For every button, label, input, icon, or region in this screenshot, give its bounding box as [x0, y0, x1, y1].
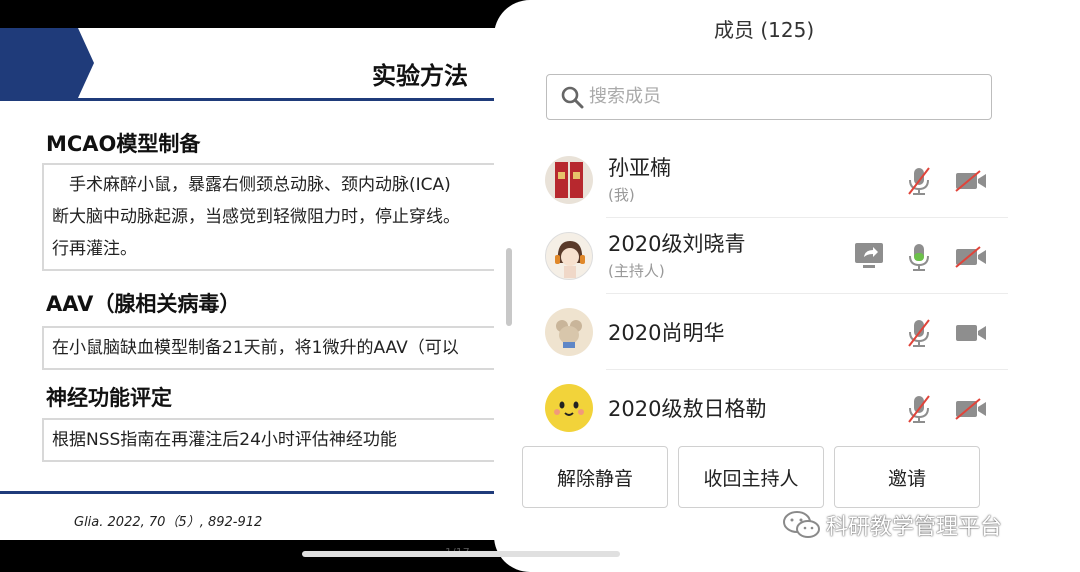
search-box[interactable] — [546, 74, 992, 120]
slide-title: 实验方法 — [372, 62, 468, 90]
mic-muted-icon[interactable] — [906, 318, 932, 348]
slide-footer-divider — [0, 491, 500, 494]
member-row[interactable]: 孙亚楠 (我) — [540, 142, 1008, 218]
member-row[interactable]: 2020级刘晓青 (主持人) — [540, 218, 1008, 294]
member-row[interactable]: 2020尚明华 — [540, 294, 1008, 370]
camera-icon[interactable] — [954, 322, 988, 344]
text-line: 手术麻醉小鼠，暴露右侧颈总动脉、颈内动脉(ICA) — [52, 175, 451, 195]
mic-active-icon[interactable] — [906, 242, 932, 272]
screen-share-icon[interactable] — [854, 242, 884, 270]
mic-muted-icon[interactable] — [906, 394, 932, 424]
slide-header-divider — [0, 98, 500, 101]
text-line: 断大脑中动脉起源，当感觉到轻微阻力时，停止穿线。 — [52, 207, 460, 227]
smiley-face-avatar — [545, 384, 593, 432]
slide-citation: Glia. 2022, 70（5）, 892-912 — [74, 515, 263, 530]
home-indicator[interactable] — [302, 551, 620, 557]
section-heading-neuro: 神经功能评定 — [46, 386, 172, 410]
member-name: 2020级敖日格勒 — [608, 397, 767, 421]
watermark: 科研教学管理平台 — [782, 509, 1002, 541]
member-name: 2020级刘晓青 — [608, 232, 746, 256]
member-name: 2020尚明华 — [608, 321, 725, 345]
search-icon — [561, 86, 584, 109]
text-line: 根据NSS指南在再灌注后24小时评估神经功能 — [52, 430, 397, 450]
scroll-indicator[interactable] — [506, 248, 512, 326]
section-text-aav: 在小鼠脑缺血模型制备21天前，将1微升的AAV（可以 — [42, 326, 500, 370]
section-text-neuro: 根据NSS指南在再灌注后24小时评估神经功能 — [42, 418, 500, 462]
red-door-avatar — [545, 156, 593, 204]
camera-off-icon[interactable] — [954, 170, 988, 192]
invite-button[interactable]: 邀请 — [834, 446, 980, 508]
section-text-mcao: 手术麻醉小鼠，暴露右侧颈总动脉、颈内动脉(ICA) 断大脑中动脉起源，当感觉到轻… — [42, 163, 500, 271]
unmute-all-button[interactable]: 解除静音 — [522, 446, 668, 508]
cartoon-mouse-avatar — [545, 308, 593, 356]
panel-title: 成员 (125) — [714, 18, 815, 42]
search-input[interactable] — [589, 75, 979, 118]
member-name: 孙亚楠 — [608, 156, 671, 180]
reclaim-host-button[interactable]: 收回主持人 — [678, 446, 824, 508]
camera-off-icon[interactable] — [954, 246, 988, 268]
mic-muted-icon[interactable] — [906, 166, 932, 196]
watermark-text: 科研教学管理平台 — [826, 515, 1003, 540]
section-heading-aav: AAV（腺相关病毒） — [46, 292, 241, 316]
wechat-icon — [783, 511, 820, 538]
member-row[interactable]: 2020级敖日格勒 — [540, 370, 1008, 446]
member-role: (我) — [608, 186, 635, 204]
cartoon-girl-avatar — [545, 232, 593, 280]
section-heading-mcao: MCAO模型制备 — [46, 132, 201, 156]
text-line: 行再灌注。 — [52, 239, 137, 259]
shared-slide: 实验方法 MCAO模型制备 手术麻醉小鼠，暴露右侧颈总动脉、颈内动脉(ICA) … — [0, 28, 500, 540]
member-role: (主持人) — [608, 262, 665, 280]
text-line: 在小鼠脑缺血模型制备21天前，将1微升的AAV（可以 — [52, 338, 459, 358]
camera-off-icon[interactable] — [954, 398, 988, 420]
